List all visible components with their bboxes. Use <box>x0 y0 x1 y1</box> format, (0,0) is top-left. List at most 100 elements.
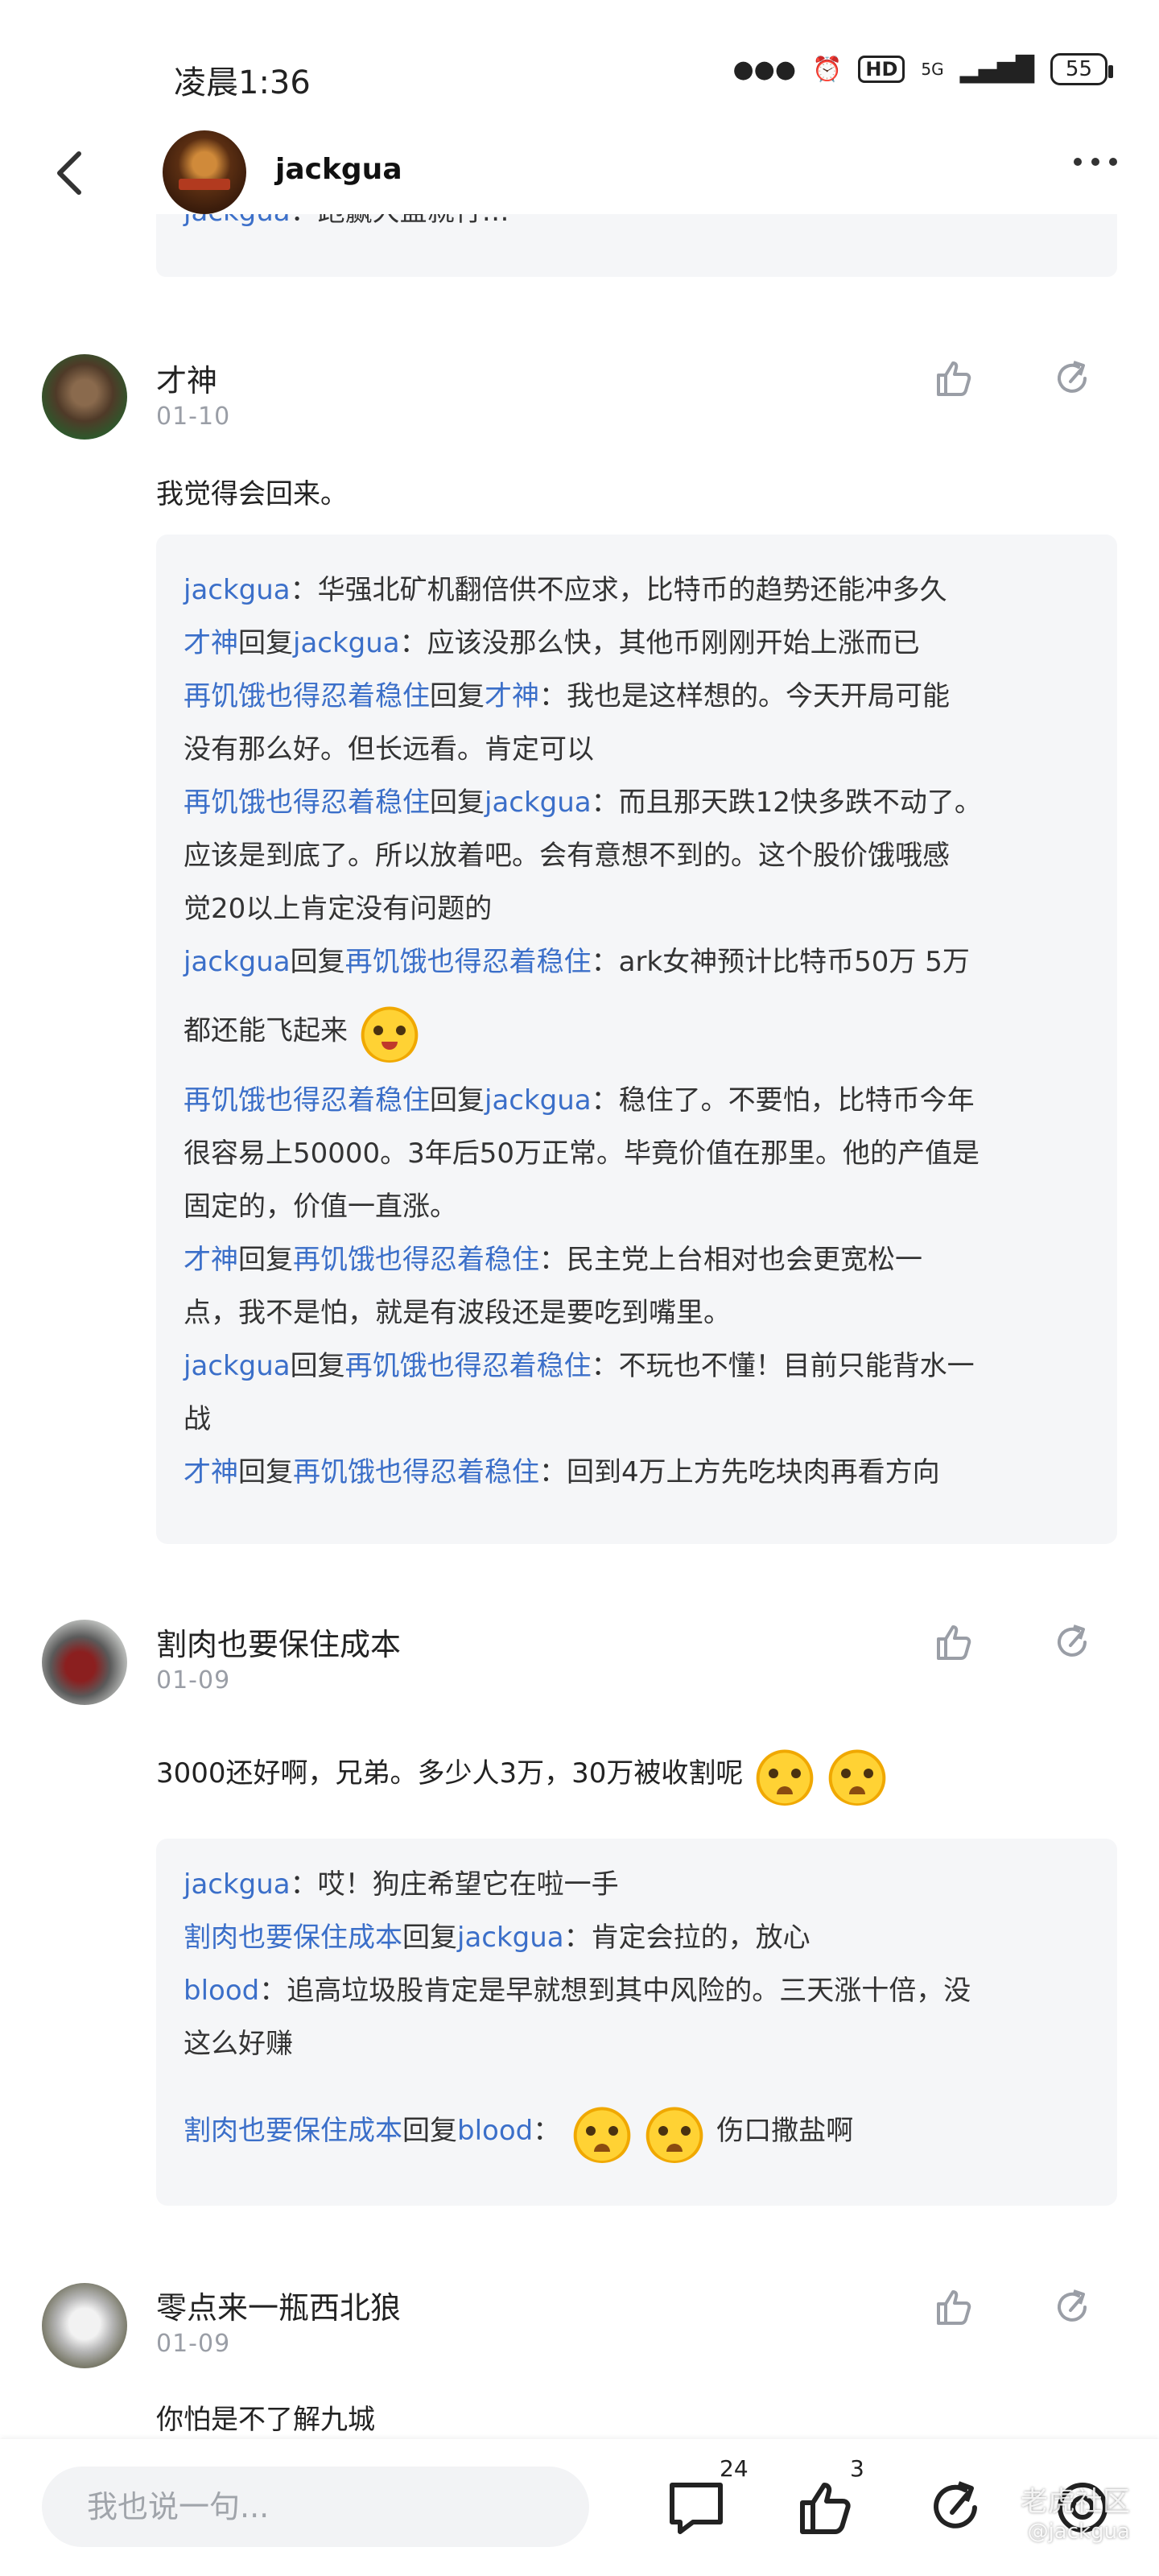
like-count: 3 <box>850 2455 864 2482</box>
status-icons: ●●● ⏰ HD 5G ▂▄▆█ 55 <box>732 53 1114 85</box>
thumbs-up-icon <box>800 2483 851 2534</box>
thumbs-up-icon <box>937 2290 971 2325</box>
reply-line: jackgua：华强北矿机翻倍供不应求，比特币的趋势还能冲多久 <box>184 574 947 606</box>
reply-user[interactable]: 才神 <box>184 1456 238 1488</box>
reply-user[interactable]: 再饥饿也得忍着稳住 <box>184 1084 430 1117</box>
share-button[interactable] <box>1048 1618 1096 1666</box>
reply-line: blood：追高垃圾股肯定是早就想到其中风险的。三天涨十倍，没 <box>184 1975 971 2007</box>
reply-user[interactable]: 才神 <box>184 627 238 659</box>
comment-date: 01-09 <box>156 2330 231 2358</box>
reply-line: 应该是到底了。所以放着吧。会有意想不到的。这个股价饿哦感 <box>184 840 950 872</box>
comments-button[interactable] <box>660 2471 732 2544</box>
reply-line: 都还能飞起来 <box>184 1001 1090 1063</box>
reply-line: 很容易上50000。3年后50万正常。毕竟价值在那里。他的产值是 <box>184 1137 980 1170</box>
sad-emoji-icon <box>827 1744 889 1806</box>
comment-date: 01-09 <box>156 1666 231 1695</box>
reply-user[interactable]: 才神 <box>184 1244 238 1276</box>
watermark-text: 老虎社区 <box>1021 2486 1130 2518</box>
share-post-button[interactable] <box>919 2471 992 2544</box>
reply-user[interactable]: 再饥饿也得忍着稳住 <box>293 1244 539 1276</box>
reply-line: 固定的，价值一直涨。 <box>184 1191 457 1223</box>
comment-count: 24 <box>720 2455 749 2482</box>
reply-line: jackgua：哎！狗庄希望它在啦一手 <box>184 1868 619 1901</box>
comment-text: 你怕是不了解九城 <box>156 2404 375 2436</box>
reply-user[interactable]: jackgua <box>184 1350 291 1382</box>
battery-icon: 55 <box>1050 53 1114 85</box>
crying-emoji-icon <box>644 2101 706 2163</box>
reply-user[interactable]: 再饥饿也得忍着稳住 <box>184 680 430 712</box>
laughing-emoji-icon <box>359 1001 420 1063</box>
like-button[interactable] <box>930 2283 979 2331</box>
back-arrow-icon <box>57 151 81 195</box>
reply-user[interactable]: jackgua <box>184 1868 291 1901</box>
avatar[interactable] <box>42 1620 127 1705</box>
reply-line: 才神回复再饥饿也得忍着稳住：回到4万上方先吃块肉再看方向 <box>184 1456 940 1488</box>
reply-line: 没有那么好。但长远看。肯定可以 <box>184 733 594 766</box>
signal-icon: ▂▄▆█ <box>959 55 1034 84</box>
reply-user[interactable]: 才神 <box>485 680 539 712</box>
reply-user[interactable]: jackgua <box>485 786 592 819</box>
comment-date: 01-10 <box>156 402 231 431</box>
comment-author[interactable]: 零点来一瓶西北狼 <box>156 2283 401 2327</box>
reply-line: 战 <box>184 1403 211 1435</box>
status-time: 凌晨1:36 <box>174 64 311 101</box>
reply-box: jackgua：华强北矿机翻倍供不应求，比特币的趋势还能冲多久 才神回复jack… <box>156 535 1117 1544</box>
comment-input[interactable] <box>42 2467 589 2547</box>
thumbs-up-icon <box>937 361 971 396</box>
dot-icon <box>1074 158 1082 166</box>
network-label: 5G <box>921 60 944 79</box>
dot-icon <box>1109 158 1117 166</box>
thumbs-up-icon <box>937 1625 971 1660</box>
reply-user[interactable]: jackgua <box>184 946 291 978</box>
reply-user[interactable]: jackgua <box>184 574 291 606</box>
share-button[interactable] <box>1048 2283 1096 2331</box>
reply-user[interactable]: 割肉也要保住成本 <box>184 2115 402 2147</box>
more-notifications-icon: ●●● <box>732 55 796 84</box>
reply-line: jackgua回复再饥饿也得忍着稳住：不玩也不懂！目前只能背水一 <box>184 1350 975 1382</box>
reply-line: 这么好赚 <box>184 2028 293 2060</box>
reply-line: 再饥饿也得忍着稳住回复jackgua：而且那天跌12快多跌不动了。 <box>184 786 982 819</box>
reply-user[interactable]: jackgua <box>293 627 400 659</box>
share-icon <box>1058 2289 1087 2322</box>
hd-badge: HD <box>858 56 905 83</box>
reply-user[interactable]: 再饥饿也得忍着稳住 <box>293 1456 539 1488</box>
share-icon <box>1058 361 1087 393</box>
header-username[interactable]: jackgua <box>275 153 402 186</box>
reply-user[interactable]: jackgua <box>485 1084 592 1117</box>
reply-user[interactable]: jackgua <box>457 1922 564 1954</box>
share-button[interactable] <box>1048 354 1096 402</box>
reply-user[interactable]: 割肉也要保住成本 <box>184 1922 402 1954</box>
crying-emoji-icon <box>571 2101 633 2163</box>
reply-line: 觉20以上肯定没有问题的 <box>184 893 493 925</box>
reply-user[interactable]: blood <box>184 1975 259 2007</box>
share-icon <box>1058 1624 1087 1657</box>
share-icon <box>934 2481 977 2529</box>
reply-line: 点，我不是怕，就是有波段还是要吃到嘴里。 <box>184 1297 731 1329</box>
comment-icon <box>670 2483 723 2534</box>
header-avatar[interactable] <box>163 130 246 214</box>
alarm-icon: ⏰ <box>812 55 843 84</box>
reply-line: 才神回复再饥饿也得忍着稳住：民主党上台相对也会更宽松一 <box>184 1244 922 1276</box>
like-post-button[interactable] <box>790 2471 863 2544</box>
reply-user[interactable]: blood <box>457 2115 533 2147</box>
comment-text: 3000还好啊，兄弟。多少人3万，30万被收割呢 <box>156 1739 899 1808</box>
comment-author[interactable]: 割肉也要保住成本 <box>156 1620 401 1664</box>
reply-user[interactable]: 再饥饿也得忍着稳住 <box>345 1350 592 1382</box>
reply-user[interactable]: 再饥饿也得忍着稳住 <box>184 786 430 819</box>
comment-author[interactable]: 才神 <box>156 356 217 400</box>
reply-line: 才神回复jackgua：应该没那么快，其他币刚刚开始上涨而已 <box>184 627 920 659</box>
reply-box: jackgua：哎！狗庄希望它在啦一手 割肉也要保住成本回复jackgua：肯定… <box>156 1839 1117 2206</box>
watermark-user: @jackgua <box>1027 2520 1130 2544</box>
reply-line: 再饥饿也得忍着稳住回复jackgua：稳住了。不要怕，比特币今年 <box>184 1084 975 1117</box>
reply-line: jackgua：跑赢大盘就行… <box>184 214 1090 238</box>
like-button[interactable] <box>930 1618 979 1666</box>
reply-line: 再饥饿也得忍着稳住回复才神：我也是这样想的。今天开局可能 <box>184 680 950 712</box>
reply-user[interactable]: 再饥饿也得忍着稳住 <box>345 946 592 978</box>
back-button[interactable] <box>45 137 93 209</box>
reply-line: 割肉也要保住成本回复blood： 伤口撒盐啊 <box>184 2096 1090 2165</box>
more-options-button[interactable] <box>1074 158 1117 166</box>
avatar[interactable] <box>42 354 127 440</box>
avatar[interactable] <box>42 2283 127 2368</box>
like-button[interactable] <box>930 354 979 402</box>
dot-icon <box>1091 158 1099 166</box>
